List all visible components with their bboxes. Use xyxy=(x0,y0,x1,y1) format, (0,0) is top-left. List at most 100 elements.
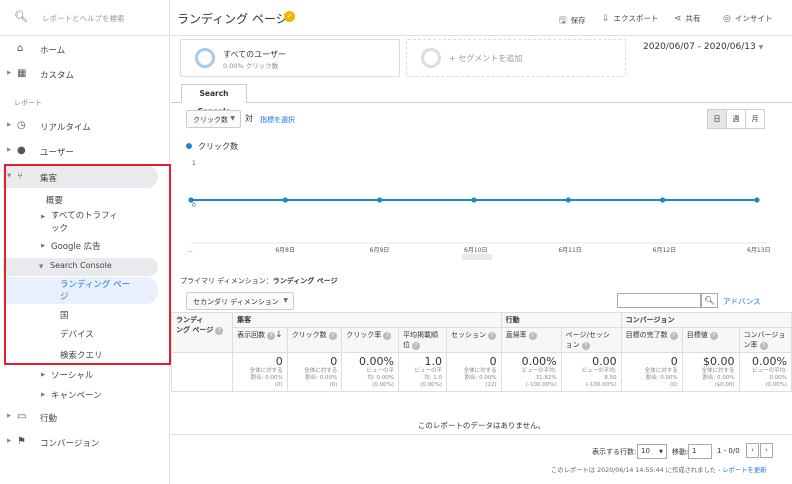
total-cell-8: $0.00 全体に対する 割合: 0.00% ($0.00) xyxy=(681,352,740,392)
col-header-0[interactable]: 表示回数? ↓ xyxy=(232,327,288,353)
x-tick-label: ... xyxy=(187,247,193,254)
nav-users[interactable]: ▶ ● ユーザー xyxy=(0,140,170,162)
total-subtext: 均: 1.0 xyxy=(424,375,443,381)
nav-social-label: ソーシャル xyxy=(51,371,94,381)
x-tick-label: 6月10日 xyxy=(464,247,487,254)
x-tick-label: 6月8日 xyxy=(275,247,295,254)
data-point xyxy=(471,197,477,203)
nav-conversions[interactable]: ▶ ⚑ コンバージョン xyxy=(0,431,170,453)
col-header-label: 表示回数 xyxy=(237,331,266,339)
refresh-report-link[interactable]: レポートを更新 xyxy=(722,467,766,474)
x-tick-label: 6月9日 xyxy=(370,247,390,254)
total-subtext: (0.00%) xyxy=(372,382,394,388)
total-cell-3: 1.0 ビューの平 均: 1.0 (0.00%) xyxy=(397,352,448,392)
total-cell-0: 0 全体に対する 割合: 0.00% (0) xyxy=(232,352,288,392)
total-subtext: 全体に対する xyxy=(644,368,678,374)
col-header-label: 直帰率 xyxy=(505,331,527,339)
col-header-8[interactable]: 目標値? xyxy=(681,327,740,353)
chevron-down-icon: ▼ xyxy=(283,297,288,304)
advanced-filter-link[interactable]: アドバンス xyxy=(723,296,761,307)
nav-custom[interactable]: ▶ ▦ カスタム xyxy=(0,63,170,85)
nav-behavior-label: 行動 xyxy=(40,414,58,424)
table-search-button[interactable]: 🔍︎ xyxy=(701,293,718,308)
goto-input[interactable]: 1 xyxy=(688,444,712,459)
nav-social[interactable]: ▶ ソーシャル xyxy=(0,369,170,383)
data-point xyxy=(660,197,666,203)
report-search[interactable]: 🔍︎ レポートとヘルプを検索 xyxy=(0,0,170,36)
help-icon: ? xyxy=(488,332,497,340)
secondary-dimension-select[interactable]: セカンダリ ディメンション ▼ xyxy=(186,292,294,310)
col-header-9[interactable]: コンバージョン率? xyxy=(738,327,792,353)
nav-realtime-label: リアルタイム xyxy=(40,123,91,133)
clock-icon: ◷ xyxy=(17,120,26,131)
total-subtext: (0) xyxy=(329,382,338,388)
total-subtext: ビューの平 xyxy=(366,368,394,374)
total-value: $0.00 xyxy=(703,355,735,368)
expand-triangle-icon: ▶ xyxy=(7,438,12,444)
col-header-5[interactable]: 直帰率? xyxy=(500,327,562,353)
dim-header-2: ング ページ xyxy=(176,326,214,334)
home-icon: ⌂ xyxy=(17,43,24,54)
expand-triangle-icon: ▶ xyxy=(41,372,46,378)
total-subtext: (0) xyxy=(274,382,283,388)
total-subtext: 割合: 0.00% xyxy=(305,375,338,381)
nav-home-label: ホーム xyxy=(40,46,66,56)
legend-label: クリック数 xyxy=(198,141,238,151)
total-value: 0.00% xyxy=(359,355,394,368)
col-header-2[interactable]: クリック率? xyxy=(341,327,399,353)
help-icon: ? xyxy=(412,342,420,350)
dashboard-icon: ▦ xyxy=(17,68,27,79)
nav-home[interactable]: ⌂ ホーム xyxy=(0,38,170,60)
goto-label: 移動: xyxy=(672,448,689,456)
rows-select[interactable]: 10 ▼ xyxy=(637,444,667,459)
total-subtext: (22) xyxy=(485,382,497,388)
total-subtext: 割合: 0.00% xyxy=(464,375,497,381)
data-point xyxy=(282,197,288,203)
report-footer: このレポートは 2020/06/14 14:55:44 に作成されました - レ… xyxy=(551,465,766,474)
prev-page-button[interactable]: ‹ xyxy=(746,443,759,458)
total-cell-4: 0 全体に対する 割合: 0.00% (22) xyxy=(446,352,502,392)
col-header-3[interactable]: 平均掲載順位? xyxy=(397,327,448,353)
sort-desc-icon[interactable]: ↓ xyxy=(275,330,283,340)
col-header-4[interactable]: セッション? xyxy=(446,327,502,353)
next-page-button[interactable]: › xyxy=(760,443,773,458)
page-range: 1 - 0/0 xyxy=(717,447,740,455)
total-subtext: (0) xyxy=(669,382,678,388)
total-subtext: 全体に対する xyxy=(463,368,497,374)
x-tick-label: 6月12日 xyxy=(653,247,676,254)
col-header-label: クリック率 xyxy=(346,331,382,339)
primary-dimension: プライマリ ディメンション：ランディング ページ xyxy=(180,276,338,286)
line-chart: クリック数 1 0... 6月8日 6月9日 6月10日 6月11日 6月12日 6月13日 xyxy=(171,0,792,270)
nav-realtime[interactable]: ▶ ◷ リアルタイム xyxy=(0,115,170,137)
col-header-label: 平均掲載順位 xyxy=(403,331,438,349)
search-icon: 🔍︎ xyxy=(704,296,715,305)
data-point xyxy=(565,197,571,203)
col-header-1[interactable]: クリック数? xyxy=(286,327,343,353)
table-search-input[interactable] xyxy=(617,293,701,308)
col-header-7[interactable]: 目標の完了数? xyxy=(620,327,683,353)
nav-behavior[interactable]: ▶ ▭ 行動 xyxy=(0,406,170,428)
dim-header[interactable]: ランディ ング ページ? xyxy=(170,312,234,353)
total-cell-6: 0.00 ビューの平均: 8.50 (-100.00%) xyxy=(560,352,622,392)
total-cell-7: 0 全体に対する 割合: 0.00% (0) xyxy=(620,352,683,392)
rows-label: 表示する行数: xyxy=(592,448,637,456)
data-point xyxy=(188,197,194,203)
x-tick-label: 6月11日 xyxy=(558,247,581,254)
expand-triangle-icon: ▶ xyxy=(7,122,12,128)
total-cell-5: 0.00% ビューの平均: 31.82% (-100.00%) xyxy=(500,352,562,392)
help-icon: ? xyxy=(215,327,224,335)
help-icon: ? xyxy=(267,332,276,340)
person-icon: ● xyxy=(17,145,26,156)
data-point xyxy=(754,197,760,203)
total-subtext: ビューの平均: xyxy=(521,368,557,374)
chart-resize-handle xyxy=(462,254,492,260)
help-icon: ? xyxy=(669,332,678,340)
line-chart-svg: クリック数 1 0... 6月8日 6月9日 6月10日 6月11日 6月12日 6月13日 xyxy=(186,141,770,260)
total-value: 0 xyxy=(489,355,497,368)
chevron-right-icon: › xyxy=(765,446,768,454)
nav-campaigns[interactable]: ▶ キャンペーン xyxy=(0,389,170,403)
help-icon: ? xyxy=(581,342,590,350)
group-conversion: コンバージョン xyxy=(620,312,792,328)
col-header-6[interactable]: ページ/セッション? xyxy=(560,327,622,353)
primary-dimension-label: プライマリ ディメンション： xyxy=(180,277,273,285)
